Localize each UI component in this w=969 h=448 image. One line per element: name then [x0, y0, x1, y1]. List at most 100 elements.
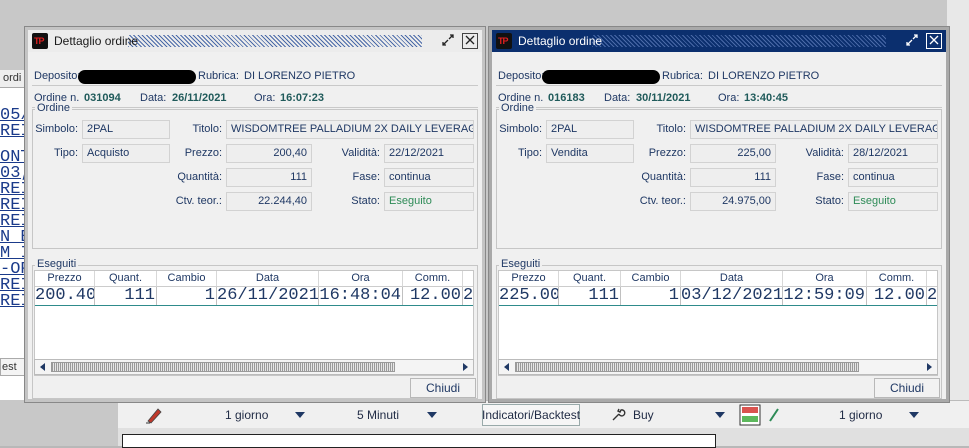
grid-cell-quant[interactable]: 111 — [95, 287, 157, 305]
ordine-n-value: 016183 — [548, 92, 585, 104]
edit-pencil-icon[interactable] — [144, 405, 166, 425]
grid-horizontal-scrollbar[interactable] — [34, 359, 474, 375]
fase-field: continua — [384, 168, 474, 187]
grid-cell-ora[interactable]: 12:59:09 — [783, 287, 867, 305]
grid-cell-prezzo[interactable]: 200.40 — [35, 287, 95, 305]
grid-header-cambio[interactable]: Cambio — [157, 271, 217, 287]
edit-pencil-icon[interactable] — [768, 405, 782, 425]
fase-label: Fase: — [352, 171, 380, 183]
data-label: Data: — [604, 92, 631, 104]
background-list-line[interactable]: REI — [0, 293, 25, 310]
chiudi-button[interactable]: Chiudi — [410, 378, 476, 398]
ora-value: 13:40:45 — [744, 92, 789, 104]
interval-select[interactable]: 5 Minuti — [350, 405, 442, 425]
background-list-line[interactable]: REI — [0, 123, 25, 140]
chart-toolbar: 1 giorno 5 Minuti Indicatori/Backtest Bu… — [118, 400, 969, 428]
grid-header-ora[interactable]: Ora — [319, 271, 403, 287]
titlebar-hatch — [128, 35, 422, 47]
row-separator — [499, 305, 937, 306]
chart-canvas-area — [118, 428, 969, 448]
period-select-2[interactable]: 1 giorno — [832, 405, 924, 425]
prezzo-label: Prezzo: — [184, 147, 222, 159]
quantita-field: 111 — [226, 168, 312, 187]
action-select[interactable]: Buy — [626, 405, 730, 425]
grid-cell-quant[interactable]: 111 — [559, 287, 621, 305]
wrench-icon[interactable] — [610, 405, 626, 425]
grid-header-ora[interactable]: Ora — [783, 271, 867, 287]
validita-field: 22/12/2021 — [384, 144, 474, 163]
scroll-right-icon[interactable] — [927, 363, 932, 371]
grid-horizontal-scrollbar[interactable] — [498, 359, 938, 375]
eseguiti-group-title: Eseguiti — [499, 258, 543, 270]
rubrica-label: Rubrica: — [662, 70, 703, 82]
app-logo-icon: TP — [32, 33, 48, 49]
background-tab[interactable]: ordi — [0, 70, 25, 88]
stato-field: Eseguito — [848, 192, 938, 211]
deposito-label: Deposito: — [498, 70, 545, 82]
grid-cell-cambio[interactable]: 1 — [621, 287, 681, 305]
prezzo-field: 200,40 — [226, 144, 312, 163]
window-titlebar[interactable]: TP Dettaglio ordine — [492, 30, 946, 52]
period-select[interactable]: 1 giorno — [218, 405, 310, 425]
prezzo-label: Prezzo: — [648, 147, 686, 159]
stato-field: Eseguito — [384, 192, 474, 211]
ctv-field: 24.975,00 — [690, 192, 776, 211]
period-select-value: 1 giorno — [225, 408, 269, 422]
simbolo-field: 2PAL — [82, 120, 170, 139]
tipo-field: Acquisto — [82, 144, 170, 163]
grid-header-cambio[interactable]: Cambio — [621, 271, 681, 287]
grid-cell-data[interactable]: 26/11/2021 — [217, 287, 319, 305]
grid-header-data[interactable]: Data — [217, 271, 319, 287]
scroll-left-icon[interactable] — [40, 363, 45, 371]
grid-cell-comm[interactable]: 12.00 — [403, 287, 463, 305]
close-icon[interactable] — [462, 33, 478, 49]
titolo-field: WISDOMTREE PALLADIUM 2X DAILY LEVERAGED — [226, 120, 474, 139]
titlebar-hatch — [592, 35, 886, 47]
fase-label: Fase: — [816, 171, 844, 183]
window-titlebar[interactable]: TP Dettaglio ordine — [28, 30, 482, 52]
app-logo-icon: TP — [496, 33, 512, 49]
grid-header-prezzo[interactable]: Prezzo — [35, 271, 95, 287]
scroll-right-icon[interactable] — [463, 363, 468, 371]
tipo-field: Vendita — [546, 144, 634, 163]
grid-cell-data[interactable]: 03/12/2021 — [681, 287, 783, 305]
scrollbar-thumb[interactable] — [51, 362, 395, 372]
grid-cell-ora[interactable]: 16:48:04 — [319, 287, 403, 305]
close-icon[interactable] — [926, 33, 942, 49]
data-label: Data: — [140, 92, 167, 104]
indicators-backtest-button[interactable]: Indicatori/Backtest — [482, 404, 580, 426]
prezzo-field: 225,00 — [690, 144, 776, 163]
stato-label: Stato: — [351, 195, 380, 207]
grid-cell-extra[interactable]: 2 — [927, 287, 937, 305]
grid-cell-prezzo[interactable]: 225.00 — [499, 287, 559, 305]
grid-cell-extra[interactable]: 2 — [463, 287, 473, 305]
ordine-group-title: Ordine — [35, 102, 73, 114]
background-test-label[interactable]: est — [0, 358, 25, 376]
chevron-down-icon — [295, 412, 305, 418]
grid-header-comm[interactable]: Comm. — [867, 271, 927, 287]
restore-icon[interactable] — [440, 33, 456, 49]
divider — [32, 85, 478, 86]
redacted-deposito — [78, 70, 196, 84]
grid-header-comm[interactable]: Comm. — [403, 271, 463, 287]
grid-header-data[interactable]: Data — [681, 271, 783, 287]
ora-value: 16:07:23 — [280, 92, 325, 104]
order-detail-window-active: TP Dettaglio ordine Deposito: Rubrica: D… — [488, 26, 950, 403]
action-select-value: Buy — [633, 408, 654, 422]
scrollbar-thumb[interactable] — [515, 362, 859, 372]
grid-header-quant[interactable]: Quant. — [559, 271, 621, 287]
restore-icon[interactable] — [904, 33, 920, 49]
titolo-label: Titolo: — [656, 123, 686, 135]
simbolo-field: 2PAL — [546, 120, 634, 139]
grid-header-quant[interactable]: Quant. — [95, 271, 157, 287]
grid-header-extra[interactable] — [463, 271, 473, 287]
grid-cell-cambio[interactable]: 1 — [157, 287, 217, 305]
grid-header-extra[interactable] — [927, 271, 937, 287]
order-book-icon[interactable] — [738, 404, 762, 426]
grid-header-prezzo[interactable]: Prezzo — [499, 271, 559, 287]
grid-cell-comm[interactable]: 12.00 — [867, 287, 927, 305]
titolo-label: Titolo: — [192, 123, 222, 135]
quantita-label: Quantità: — [641, 171, 686, 183]
chiudi-button[interactable]: Chiudi — [874, 378, 940, 398]
scroll-left-icon[interactable] — [504, 363, 509, 371]
